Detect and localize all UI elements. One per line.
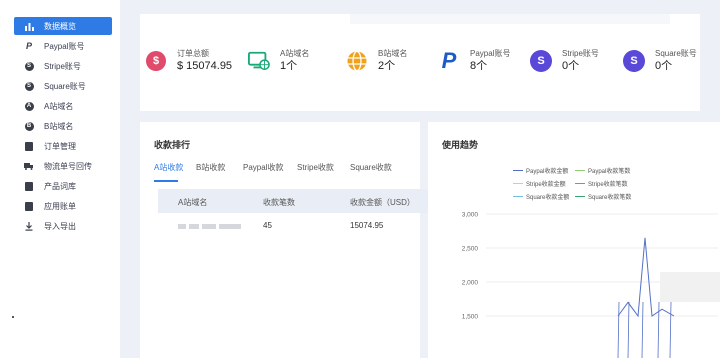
stat-label: A站域名	[280, 49, 310, 58]
stat-label: Stripe账号	[562, 49, 599, 58]
sidebar-item-label: Stripe账号	[44, 61, 81, 71]
series-spike	[669, 301, 672, 358]
sidebar: 数据概览 P Paypal账号 S Stripe账号 S Square账号 A …	[0, 0, 120, 358]
y-tick-label: 2,000	[462, 280, 479, 287]
sidebar-item-bills[interactable]: 应用账单	[14, 197, 114, 215]
y-tick-label: 2,500	[462, 246, 479, 253]
sidebar-item-label: Square账号	[44, 81, 86, 91]
sidebar-item-stripe[interactable]: S Stripe账号	[14, 57, 114, 75]
sidebar-item-label: 数据概览	[44, 21, 76, 31]
tab-b-site[interactable]: B站收款	[196, 162, 225, 173]
sidebar-item-label: 物流单号回传	[44, 161, 92, 171]
order-icon	[25, 141, 33, 151]
sidebar-item-b-site[interactable]: B B站域名	[14, 117, 114, 135]
stripe-logo-icon: S	[530, 49, 552, 72]
sidebar-item-import-export[interactable]: 导入导出	[14, 217, 114, 235]
active-tab-indicator	[154, 180, 178, 182]
stat-b-site: B站域名 2个	[346, 48, 407, 73]
redacted-area	[660, 272, 720, 302]
series-spike	[641, 301, 644, 358]
column-header: 收款笔数	[263, 198, 295, 207]
stat-value: 1个	[280, 60, 298, 72]
stats-panel-header	[350, 14, 670, 24]
sidebar-item-label: 订单管理	[44, 141, 76, 151]
stat-square: S Square账号 0个	[623, 48, 697, 73]
download-icon	[24, 221, 34, 231]
trend-card: 使用趋势 Paypal收款金额 Paypal收款笔数 Stripe收款金额 St…	[428, 122, 720, 358]
sidebar-item-label: 导入导出	[44, 221, 76, 231]
tab-paypal[interactable]: Paypal收款	[243, 162, 283, 173]
truck-icon	[24, 161, 34, 171]
sidebar-item-square[interactable]: S Square账号	[14, 77, 114, 95]
trend-chart: 3,000 2,500 2,000 1,500	[462, 212, 718, 358]
y-tick-label: 3,000	[462, 212, 479, 219]
column-header: A站域名	[178, 198, 208, 207]
ranking-card: 收款排行 A站收款 B站收款 Paypal收款 Stripe收款 Square收…	[140, 122, 428, 358]
sidebar-item-overview[interactable]: 数据概览	[14, 17, 112, 35]
ranking-title: 收款排行	[154, 140, 191, 150]
sidebar-item-logistics[interactable]: 物流单号回传	[14, 157, 114, 175]
sidebar-item-label: Paypal账号	[44, 41, 85, 51]
stat-stripe: S Stripe账号 0个	[530, 48, 599, 73]
cell-count: 45	[263, 221, 272, 230]
stat-value: 2个	[378, 60, 396, 72]
sidebar-item-label: 产品词库	[44, 181, 76, 191]
cell-amount: 15074.95	[350, 221, 384, 230]
divider-mark	[12, 316, 14, 318]
redacted-domain	[178, 224, 241, 229]
stat-order-total: $ 订单总额 $ 15074.95	[145, 48, 232, 73]
b-site-icon: B	[24, 121, 34, 131]
sidebar-item-label: B站域名	[44, 121, 74, 131]
sidebar-item-orders[interactable]: 订单管理	[14, 137, 114, 155]
stat-label: Square账号	[655, 49, 697, 58]
sidebar-item-label: A站域名	[44, 101, 74, 111]
a-site-icon: A	[24, 101, 34, 111]
paypal-icon: P	[25, 41, 32, 51]
column-header: 收款金额（USD）	[350, 198, 415, 207]
stat-paypal: P Paypal账号 8个	[438, 47, 511, 73]
square-icon: S	[24, 81, 34, 91]
monitor-globe-icon	[248, 50, 270, 72]
series-spike	[627, 301, 630, 358]
y-tick-label: 1,500	[462, 314, 479, 321]
bar-chart-icon	[24, 21, 34, 31]
stat-label: 订单总额	[177, 49, 209, 58]
stat-value: 0个	[562, 60, 580, 72]
tab-a-site[interactable]: A站收款	[154, 162, 183, 173]
dollar-icon: $	[146, 50, 166, 71]
bill-icon	[25, 201, 33, 211]
ranking-table: A站域名 收款笔数 收款金额（USD） 45 15074.95	[158, 189, 428, 243]
square-logo-icon: S	[623, 49, 645, 72]
main-content: $ 订单总额 $ 15074.95 A站域名 1个 B站域名 2个 P Payp…	[120, 0, 720, 358]
product-icon	[25, 181, 33, 191]
series-spike	[657, 301, 660, 358]
paypal-logo-icon: P	[441, 47, 457, 73]
stat-label: B站域名	[378, 49, 408, 58]
sidebar-item-products[interactable]: 产品词库	[14, 177, 114, 195]
series-spike	[617, 301, 620, 358]
table-row[interactable]: 45 15074.95	[158, 213, 428, 243]
globe-icon	[346, 50, 368, 72]
stat-value: 0个	[655, 60, 673, 72]
sidebar-item-label: 应用账单	[44, 201, 76, 211]
stat-value: 8个	[470, 60, 488, 72]
stat-value: $ 15074.95	[177, 60, 233, 72]
table-header: A站域名 收款笔数 收款金额（USD）	[158, 189, 428, 213]
sidebar-item-a-site[interactable]: A A站域名	[14, 97, 114, 115]
stat-a-site: A站域名 1个	[248, 48, 309, 73]
sidebar-item-paypal[interactable]: P Paypal账号	[14, 37, 114, 55]
stripe-icon: S	[24, 61, 34, 71]
tab-square[interactable]: Square收款	[350, 162, 392, 173]
stat-label: Paypal账号	[470, 49, 511, 58]
tab-stripe[interactable]: Stripe收款	[297, 162, 334, 173]
